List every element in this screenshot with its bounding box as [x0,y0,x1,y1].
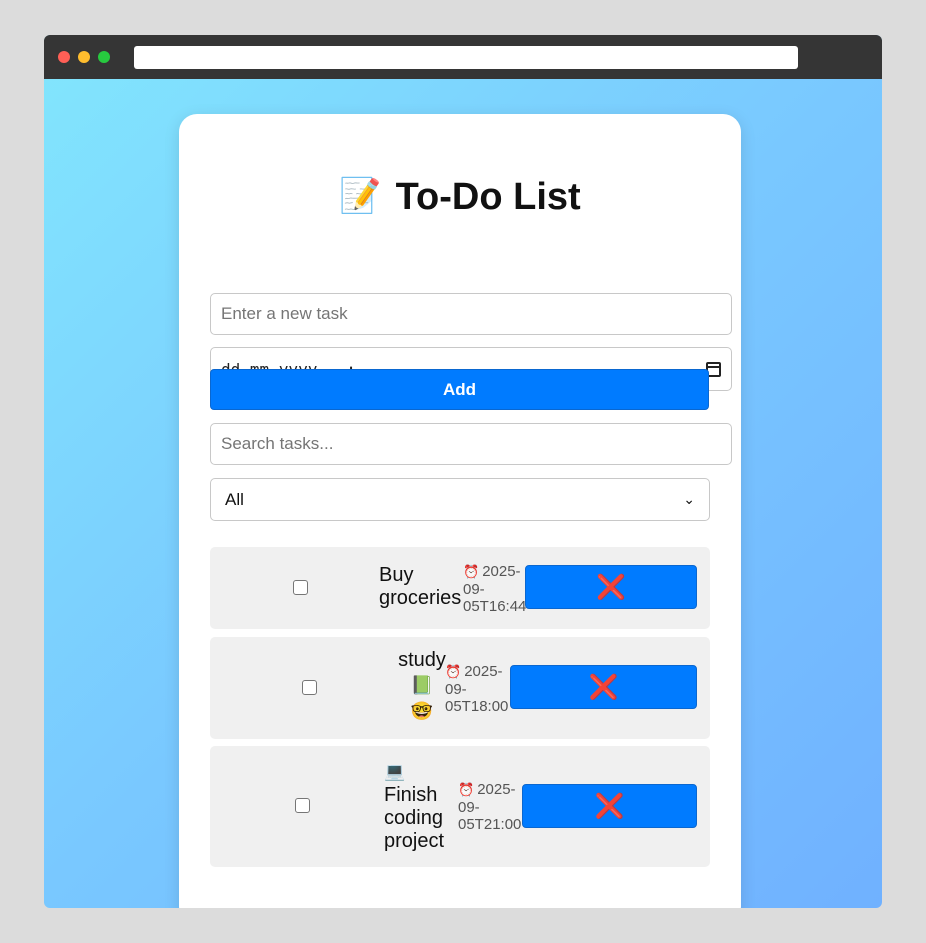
delete-task-button[interactable]: ❌ [525,565,697,609]
page-title-text: To-Do List [395,176,581,218]
close-icon: ❌ [588,673,619,701]
task-complete-checkbox[interactable] [302,680,317,695]
task-due-date: ⏰ 2025- 09- 05T16:44 [463,563,527,615]
page-title: 📝 To-Do List [179,176,741,219]
alarm-clock-icon: ⏰ [445,664,462,679]
task-complete-checkbox[interactable] [295,798,310,813]
browser-titlebar [44,35,882,79]
minimize-window-button[interactable] [78,51,90,63]
search-input[interactable]: Search tasks... [210,423,732,465]
close-icon: ❌ [594,792,625,820]
task-due-date: ⏰ 2025- 09- 05T18:00 [445,663,509,715]
alarm-clock-icon: ⏰ [458,782,475,797]
filter-select[interactable]: All ⌄ [210,478,710,521]
add-task-button[interactable]: Add [210,369,709,410]
task-name: 💻 Finish coding project [384,762,445,852]
task-complete-checkbox[interactable] [293,580,308,595]
alarm-clock-icon: ⏰ [463,564,480,579]
task-item: Buy groceries ⏰ 2025- 09- 05T16:44 ❌ [210,547,710,629]
task-name: Buy groceries [379,564,462,609]
search-placeholder: Search tasks... [221,434,334,453]
new-task-placeholder: Enter a new task [221,304,348,323]
chevron-down-icon: ⌄ [683,491,695,507]
close-window-button[interactable] [58,51,70,63]
delete-task-button[interactable]: ❌ [510,665,697,709]
new-task-input[interactable]: Enter a new task [210,293,732,335]
task-due-date: ⏰ 2025- 09- 05T21:00 [458,781,522,833]
close-icon: ❌ [596,573,626,601]
maximize-window-button[interactable] [98,51,110,63]
filter-selected-value: All [225,489,244,509]
todo-card: 📝To-Do List Enter a new task dd-mm-yyyy … [179,114,741,908]
memo-icon: 📝 [339,177,382,215]
task-item: study 📗 🤓 ⏰ 2025- 09- 05T18:00 ❌ [210,637,710,739]
task-item: 💻 Finish coding project ⏰ 2025- 09- 05T21… [210,746,710,867]
delete-task-button[interactable]: ❌ [522,784,697,828]
address-bar[interactable] [134,46,798,69]
browser-window: 📝To-Do List Enter a new task dd-mm-yyyy … [44,35,882,908]
task-name: study 📗 🤓 [398,649,446,721]
